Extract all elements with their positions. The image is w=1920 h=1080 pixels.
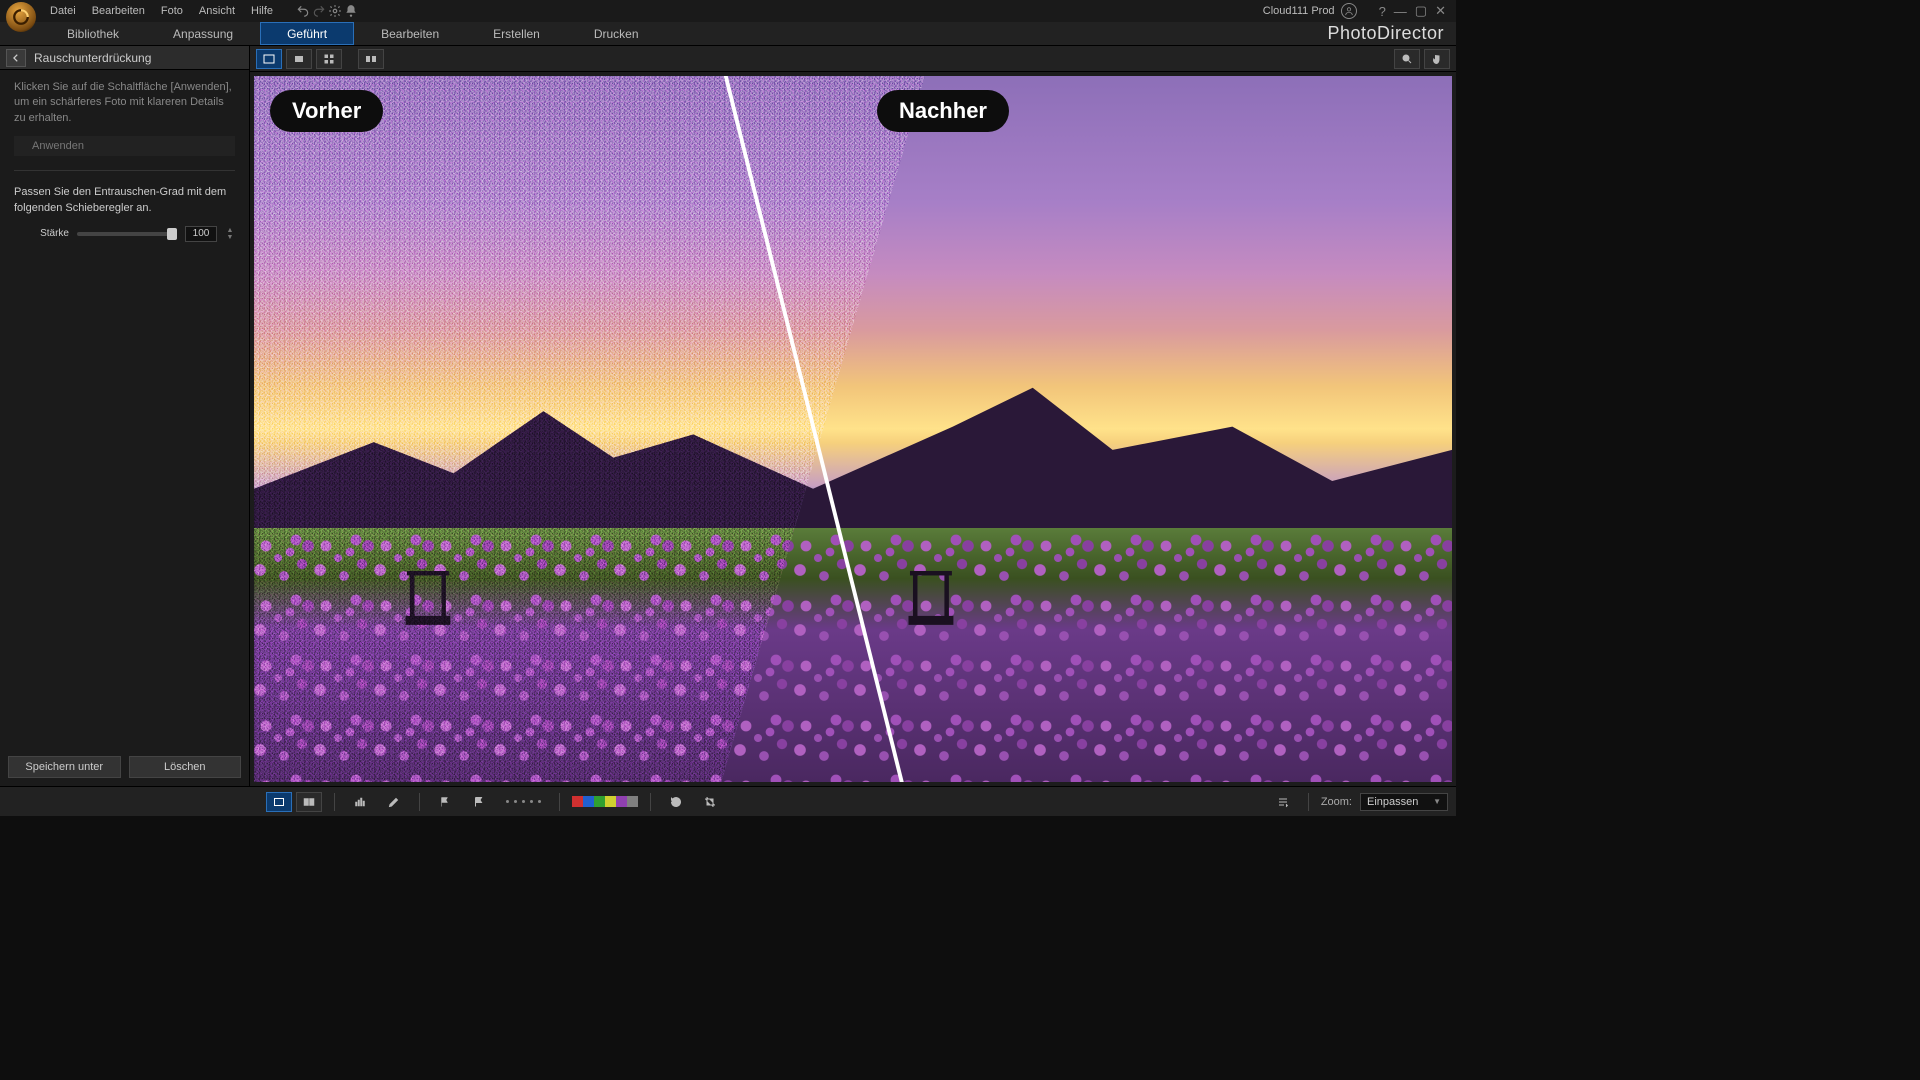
minimize-button[interactable]: —	[1390, 4, 1411, 19]
rating-dots[interactable]	[500, 800, 547, 803]
zoom-select[interactable]: Einpassen ▼	[1360, 793, 1448, 811]
view-grid-button[interactable]	[316, 49, 342, 69]
color-swatch[interactable]	[605, 796, 616, 807]
settings-icon[interactable]	[327, 3, 343, 19]
tab-edit[interactable]: Bearbeiten	[354, 22, 466, 45]
menu-edit[interactable]: Bearbeiten	[84, 2, 153, 20]
view-single-button[interactable]	[256, 49, 282, 69]
panel-back-button[interactable]	[6, 49, 26, 67]
strength-increment[interactable]: ▲	[225, 227, 235, 234]
flag-picked-button[interactable]	[432, 792, 458, 812]
bottom-bar: Zoom: Einpassen ▼	[0, 786, 1456, 816]
undo-icon[interactable]	[295, 3, 311, 19]
help-button[interactable]: ?	[1375, 4, 1390, 19]
view-fit-button[interactable]	[286, 49, 312, 69]
image-canvas[interactable]: Vorher Nachher	[254, 76, 1452, 782]
pan-tool-button[interactable]	[1424, 49, 1450, 69]
zoom-tool-button[interactable]	[1394, 49, 1420, 69]
close-button[interactable]: ✕	[1431, 3, 1450, 19]
chevron-down-icon: ▼	[1433, 797, 1441, 806]
color-swatch[interactable]	[583, 796, 594, 807]
tab-create[interactable]: Erstellen	[466, 22, 567, 45]
strength-slider-thumb[interactable]	[167, 228, 177, 240]
user-name-label: Cloud111 Prod	[1263, 5, 1335, 17]
strength-decrement[interactable]: ▼	[225, 234, 235, 241]
strength-label: Stärke	[14, 228, 69, 239]
zoom-value: Einpassen	[1367, 796, 1418, 808]
menu-file[interactable]: Datei	[42, 2, 84, 20]
flag-rejected-button[interactable]	[466, 792, 492, 812]
histogram-button[interactable]	[347, 792, 373, 812]
menu-bar: Datei Bearbeiten Foto Ansicht Hilfe Clou…	[0, 0, 1456, 22]
tool-panel: Rauschunterdrückung Klicken Sie auf die …	[0, 46, 250, 786]
panel-hint-text: Klicken Sie auf die Schaltfläche [Anwend…	[14, 80, 235, 126]
user-avatar-icon	[1341, 3, 1357, 19]
color-swatch[interactable]	[572, 796, 583, 807]
app-title: PhotoDirector	[1315, 22, 1456, 45]
app-logo	[6, 2, 36, 32]
delete-button[interactable]: Löschen	[129, 756, 242, 778]
before-badge: Vorher	[270, 90, 383, 132]
color-swatch[interactable]	[594, 796, 605, 807]
view-compare-button[interactable]	[358, 49, 384, 69]
mode-tab-bar: Bibliothek Anpassung Geführt Bearbeiten …	[0, 22, 1456, 46]
tab-print[interactable]: Drucken	[567, 22, 666, 45]
user-account[interactable]: Cloud111 Prod	[1263, 3, 1357, 19]
save-as-button[interactable]: Speichern unter	[8, 756, 121, 778]
strength-value[interactable]: 100	[185, 226, 217, 242]
apply-button[interactable]: Anwenden	[14, 136, 235, 156]
tab-adjust[interactable]: Anpassung	[146, 22, 260, 45]
list-options-button[interactable]	[1270, 792, 1296, 812]
redo-icon[interactable]	[311, 3, 327, 19]
panel-title: Rauschunterdrückung	[34, 51, 151, 65]
view-toolbar	[250, 46, 1456, 72]
menu-help[interactable]: Hilfe	[243, 2, 281, 20]
color-label-swatches[interactable]	[572, 796, 638, 807]
zoom-label: Zoom:	[1321, 796, 1352, 808]
crop-button[interactable]	[697, 792, 723, 812]
menu-view[interactable]: Ansicht	[191, 2, 243, 20]
viewport: Vorher Nachher	[250, 46, 1456, 786]
menu-photo[interactable]: Foto	[153, 2, 191, 20]
color-swatch[interactable]	[627, 796, 638, 807]
tab-library[interactable]: Bibliothek	[40, 22, 146, 45]
brush-button[interactable]	[381, 792, 407, 812]
single-preview-button[interactable]	[266, 792, 292, 812]
after-badge: Nachher	[877, 90, 1009, 132]
rotate-button[interactable]	[663, 792, 689, 812]
slider-description: Passen Sie den Entrauschen-Grad mit dem …	[14, 185, 235, 216]
tab-guided[interactable]: Geführt	[260, 22, 354, 45]
strength-slider[interactable]	[77, 232, 177, 236]
notification-icon[interactable]	[343, 3, 359, 19]
split-preview-button[interactable]	[296, 792, 322, 812]
maximize-button[interactable]: ▢	[1411, 3, 1431, 19]
color-swatch[interactable]	[616, 796, 627, 807]
